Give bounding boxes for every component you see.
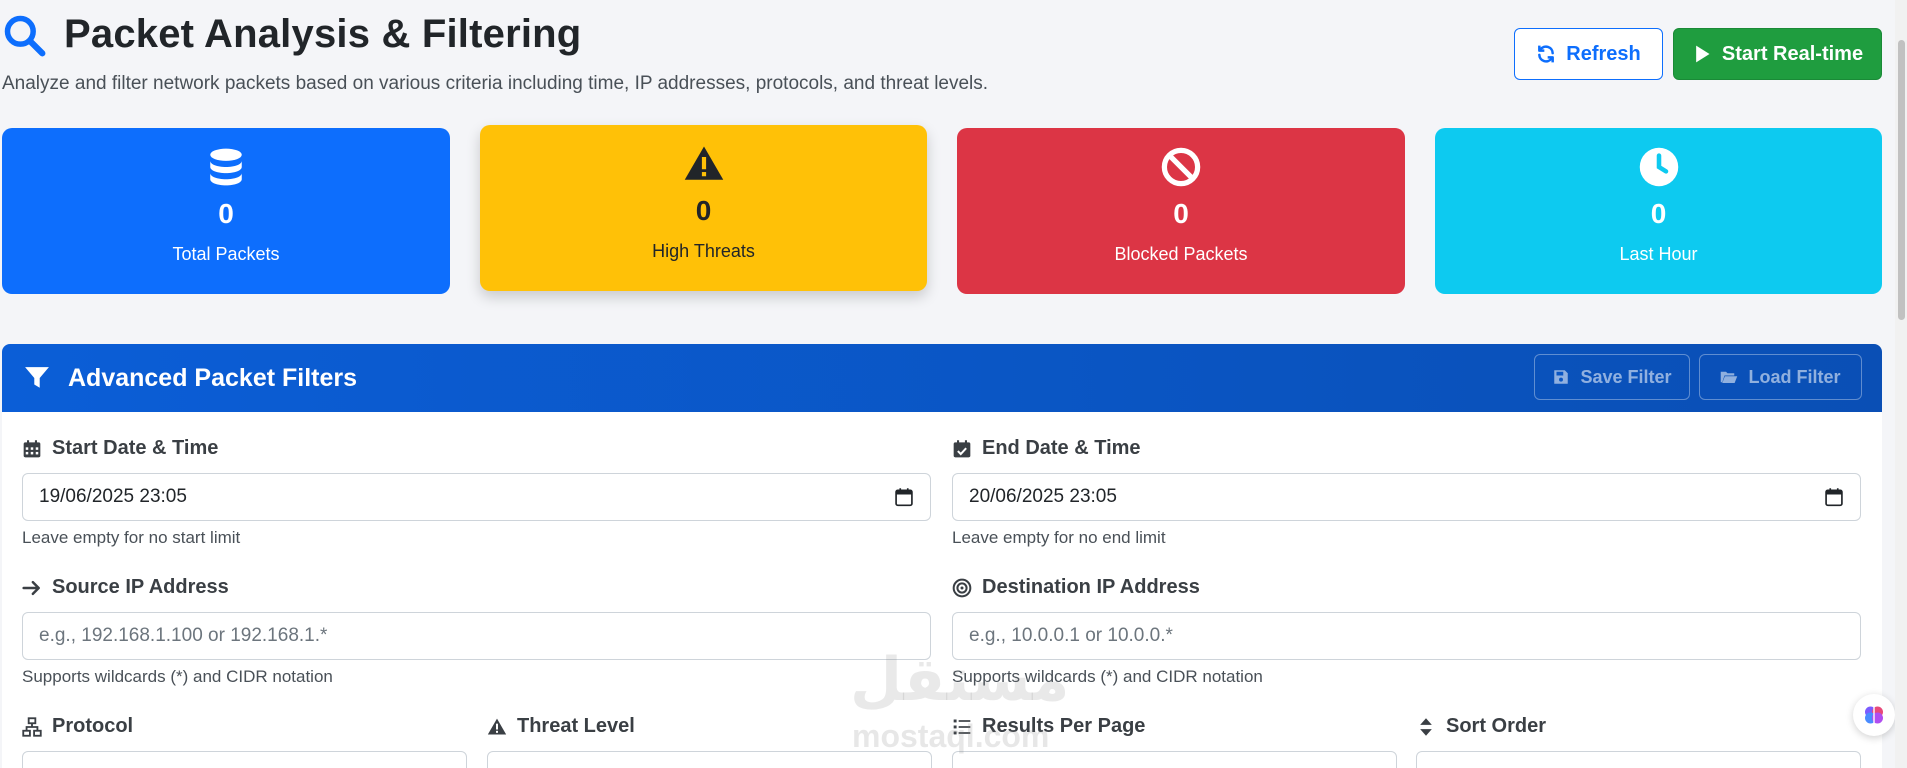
calendar-picker-icon[interactable] — [894, 487, 914, 507]
end-date-hint: Leave empty for no end limit — [952, 528, 1166, 547]
protocol-label: Protocol — [22, 715, 133, 738]
folder-open-icon — [1721, 371, 1738, 383]
scrollbar-thumb[interactable] — [1898, 40, 1905, 320]
source-ip-label: Source IP Address — [22, 576, 229, 599]
save-filter-button[interactable]: Save Filter — [1534, 354, 1690, 400]
ban-icon — [1161, 147, 1201, 187]
clock-icon — [1639, 147, 1678, 187]
start-date-input[interactable]: 19/06/2025 23:05 — [22, 473, 931, 521]
dest-ip-label-text: Destination IP Address — [982, 576, 1200, 598]
title-row: Packet Analysis & Filtering — [2, 12, 581, 57]
calendar-check-icon — [953, 439, 971, 457]
start-date-label-text: Start Date & Time — [52, 437, 219, 459]
start-realtime-button[interactable]: Start Real-time — [1673, 28, 1882, 80]
sort-icon — [1420, 717, 1432, 736]
start-date-hint: Leave empty for no start limit — [22, 528, 241, 547]
warning-icon — [684, 146, 723, 180]
threat-level-label: Threat Level — [487, 715, 635, 738]
page-scrollbar[interactable] — [1895, 0, 1907, 768]
assistant-button[interactable] — [1853, 694, 1895, 736]
stat-label: Last Hour — [1619, 244, 1698, 264]
threat-level-label-text: Threat Level — [517, 715, 635, 737]
source-ip-input[interactable]: e.g., 192.168.1.100 or 192.168.1.* — [22, 612, 931, 660]
page-title: Packet Analysis & Filtering — [64, 12, 582, 56]
sort-order-select[interactable] — [1416, 751, 1861, 768]
source-ip-label-text: Source IP Address — [52, 576, 229, 598]
database-icon — [210, 148, 242, 186]
stat-card-blocked-packets: 0 Blocked Packets — [957, 128, 1405, 294]
dest-ip-input[interactable]: e.g., 10.0.0.1 or 10.0.0.* — [952, 612, 1861, 660]
load-filter-button[interactable]: Load Filter — [1699, 354, 1862, 400]
load-filter-label: Load Filter — [1748, 366, 1841, 387]
stat-card-total-packets: 0 Total Packets — [2, 128, 450, 294]
protocol-select[interactable] — [22, 751, 467, 768]
stat-card-last-hour: 0 Last Hour — [1435, 128, 1882, 294]
end-date-input[interactable]: 20/06/2025 23:05 — [952, 473, 1861, 521]
end-date-value: 20/06/2025 23:05 — [969, 486, 1117, 507]
start-date-value: 19/06/2025 23:05 — [39, 486, 187, 507]
end-date-label: End Date & Time — [952, 437, 1141, 460]
stat-value: 0 — [1650, 198, 1667, 229]
search-icon — [4, 15, 46, 56]
network-icon — [22, 716, 42, 737]
save-filter-label: Save Filter — [1580, 366, 1672, 387]
start-date-label: Start Date & Time — [22, 437, 218, 460]
source-ip-placeholder: e.g., 192.168.1.100 or 192.168.1.* — [39, 625, 328, 646]
page-subtitle: Analyze and filter network packets based… — [2, 73, 989, 94]
brain-icon — [1865, 706, 1883, 724]
sort-order-label: Sort Order — [1416, 715, 1546, 738]
stat-value: 0 — [1173, 198, 1189, 229]
stat-card-high-threats: 0 High Threats — [480, 125, 927, 291]
calendar-icon — [23, 439, 41, 457]
arrow-right-icon — [22, 580, 40, 595]
refresh-button[interactable]: Refresh — [1514, 28, 1663, 80]
play-icon — [1696, 45, 1710, 63]
stat-label: Blocked Packets — [1114, 244, 1248, 264]
sort-order-label-text: Sort Order — [1446, 715, 1547, 737]
refresh-label: Refresh — [1566, 42, 1641, 65]
dest-ip-placeholder: e.g., 10.0.0.1 or 10.0.0.* — [969, 625, 1173, 646]
panel-header: Advanced Packet Filters Save Filter Load… — [2, 344, 1882, 412]
stat-label: Total Packets — [172, 244, 280, 264]
filter-icon — [25, 367, 49, 388]
refresh-icon — [1538, 45, 1555, 63]
stat-value: 0 — [218, 198, 234, 229]
stat-value: 0 — [695, 195, 712, 226]
panel-title: Advanced Packet Filters — [68, 363, 358, 392]
dest-ip-label: Destination IP Address — [952, 576, 1200, 599]
watermark-sub: mostaql.com — [852, 718, 1050, 754]
end-date-label-text: End Date & Time — [982, 437, 1141, 459]
protocol-label-text: Protocol — [52, 715, 134, 737]
stat-label: High Threats — [652, 241, 755, 261]
save-icon — [1554, 370, 1569, 384]
target-icon — [952, 578, 972, 597]
warning-icon — [487, 718, 507, 734]
source-ip-hint: Supports wildcards (*) and CIDR notation — [22, 667, 333, 686]
calendar-picker-icon[interactable] — [1824, 487, 1844, 507]
watermark: مستقل — [850, 646, 1070, 713]
start-realtime-label: Start Real-time — [1721, 42, 1864, 65]
